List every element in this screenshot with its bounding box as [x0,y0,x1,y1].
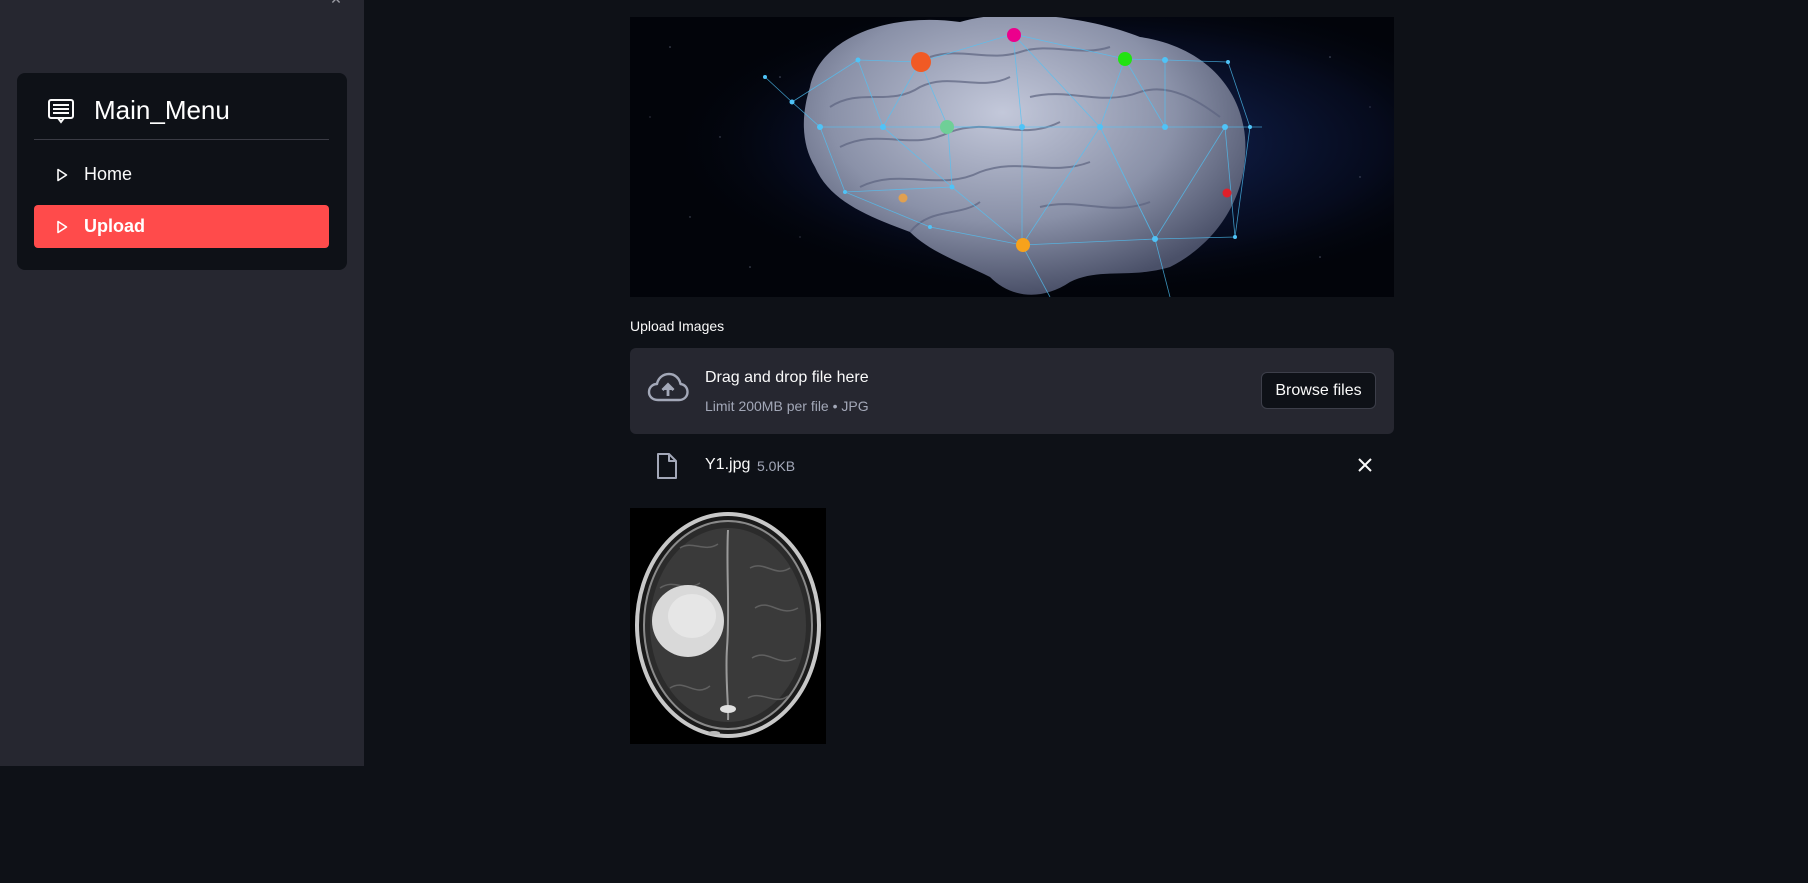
dropzone-limit-text: Limit 200MB per file • JPG [705,398,869,414]
collapse-sidebar-icon[interactable]: ✕ [326,0,346,6]
browse-files-button[interactable]: Browse files [1261,372,1376,409]
brain-illustration [630,17,1394,297]
uploader-label: Upload Images [630,318,725,334]
main-menu-card: Main_Menu Home Upload [17,73,347,270]
menu-list-icon [48,99,74,124]
menu-title: Main_Menu [94,95,230,125]
uploaded-image-preview [630,508,826,744]
file-dropzone[interactable]: Drag and drop file here Limit 200MB per … [630,348,1394,434]
sidebar: ✕ Main_Menu Home Upload [0,0,364,766]
brain-network-banner-image [630,17,1394,297]
close-icon[interactable] [1356,456,1374,474]
file-icon [657,453,677,479]
menu-header: Main_Menu [34,91,329,140]
sidebar-item-home[interactable]: Home [34,153,329,196]
sidebar-item-upload[interactable]: Upload [34,205,329,248]
play-outline-icon [57,220,68,233]
play-outline-icon [57,168,68,181]
file-size: 5.0KB [757,458,796,474]
dropzone-instructions: Drag and drop file here [705,369,869,386]
uploaded-file-row: Y1.jpg 5.0KB [630,446,1394,486]
cloud-upload-icon [647,372,689,402]
mri-scan-image [630,508,826,744]
file-name: Y1.jpg [705,456,751,473]
sidebar-item-label: Home [84,164,133,184]
sidebar-item-label: Upload [84,216,145,236]
